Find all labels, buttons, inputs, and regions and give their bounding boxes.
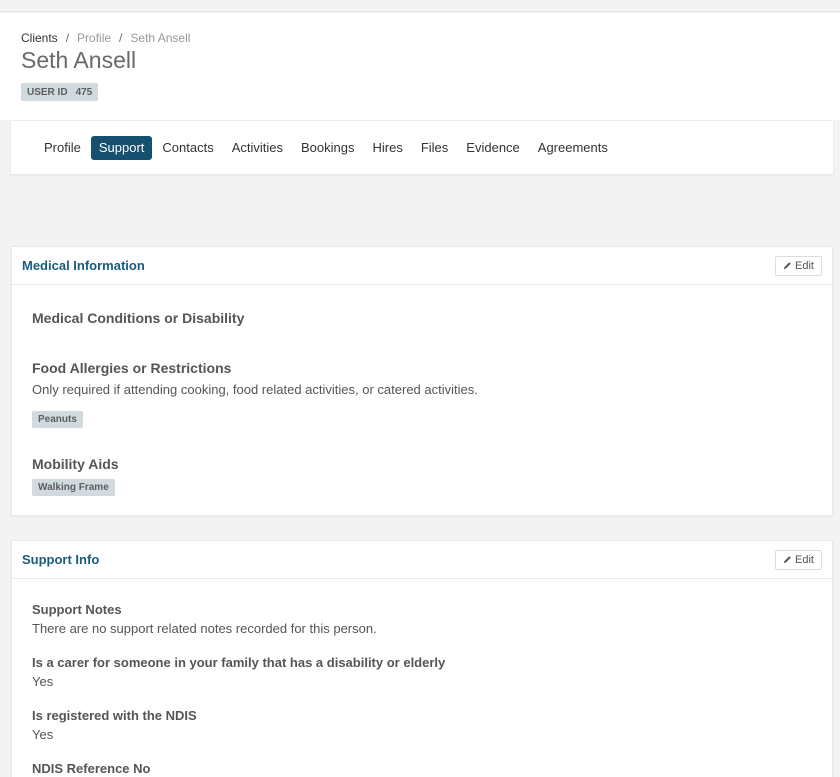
- ndis-registered-value: Yes: [32, 727, 54, 742]
- pencil-icon: [783, 262, 791, 270]
- edit-support-button[interactable]: Edit: [775, 549, 822, 570]
- support-notes-value: There are no support related notes recor…: [32, 621, 377, 636]
- support-info-card: Support Info Edit Support Notes There ar…: [11, 540, 833, 777]
- card-title: Medical Information: [22, 258, 145, 273]
- breadcrumb-profile[interactable]: Profile: [77, 31, 111, 45]
- user-id-value: 475: [75, 86, 93, 98]
- user-id-label: USER ID: [27, 86, 68, 98]
- tab-support[interactable]: Support: [90, 135, 153, 160]
- mobility-tag: Walking Frame: [32, 479, 115, 496]
- page-header: Clients / Profile / Seth Ansell Seth Ans…: [0, 13, 840, 120]
- user-id-badge: USER ID 475: [21, 83, 99, 101]
- pencil-icon: [783, 556, 791, 564]
- tab-evidence[interactable]: Evidence: [458, 136, 527, 160]
- top-bar: [0, 0, 840, 12]
- carer-value: Yes: [32, 674, 54, 689]
- ndis-reference-label: NDIS Reference No: [32, 761, 151, 776]
- breadcrumb-separator: /: [119, 31, 123, 45]
- carer-label: Is a carer for someone in your family th…: [32, 655, 446, 670]
- edit-label: Edit: [795, 259, 814, 272]
- ndis-registered-label: Is registered with the NDIS: [32, 708, 197, 723]
- breadcrumb: Clients / Profile / Seth Ansell: [21, 31, 190, 45]
- allergy-tag: Peanuts: [32, 411, 83, 428]
- breadcrumb-clients[interactable]: Clients: [21, 31, 58, 45]
- food-allergies-heading: Food Allergies or Restrictions: [32, 360, 232, 376]
- card-header: Medical Information Edit: [12, 247, 832, 285]
- tab-contacts[interactable]: Contacts: [154, 136, 221, 160]
- tab-activities[interactable]: Activities: [224, 136, 291, 160]
- edit-label: Edit: [795, 553, 814, 566]
- card-header: Support Info Edit: [12, 541, 832, 579]
- card-title: Support Info: [22, 552, 100, 567]
- breadcrumb-separator: /: [65, 31, 70, 45]
- tab-bar: Profile Support Contacts Activities Book…: [11, 120, 833, 174]
- support-notes-label: Support Notes: [32, 602, 122, 617]
- food-allergies-note: Only required if attending cooking, food…: [32, 382, 478, 397]
- tab-files[interactable]: Files: [413, 136, 456, 160]
- tab-agreements[interactable]: Agreements: [530, 136, 616, 160]
- mobility-aids-heading: Mobility Aids: [32, 456, 119, 472]
- edit-medical-button[interactable]: Edit: [775, 255, 822, 276]
- medical-conditions-heading: Medical Conditions or Disability: [32, 310, 245, 326]
- medical-information-card: Medical Information Edit Medical Conditi…: [11, 246, 833, 516]
- page-title: Seth Ansell: [21, 47, 137, 73]
- tab-bookings[interactable]: Bookings: [293, 136, 362, 160]
- tab-hires[interactable]: Hires: [365, 136, 411, 160]
- tab-profile[interactable]: Profile: [36, 136, 89, 160]
- breadcrumb-current: Seth Ansell: [130, 31, 191, 45]
